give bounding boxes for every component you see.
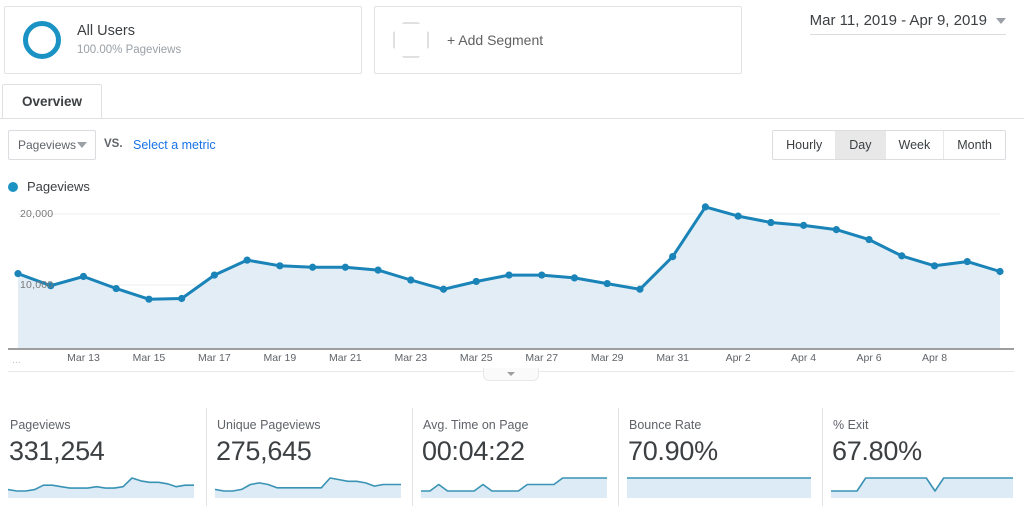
kpi-value: 00:04:22 xyxy=(422,436,525,466)
kpi-sparkline xyxy=(8,477,194,498)
kpi-value: 70.90% xyxy=(628,436,718,466)
kpi-summary-row: Pageviews 331,254 Unique Pageviews 275,645 A… xyxy=(0,408,1024,506)
tab-overview[interactable]: Overview xyxy=(2,84,103,118)
kpi-sparkline xyxy=(831,477,1013,498)
kpi-card[interactable]: Bounce Rate 70.90% xyxy=(618,408,822,506)
segment-title: All Users xyxy=(77,23,136,40)
date-range-picker[interactable]: Mar 11, 2019 - Apr 9, 2019 xyxy=(809,12,1006,35)
x-axis-tick-label: Apr 4 xyxy=(791,352,817,364)
granularity-week[interactable]: Week xyxy=(885,131,945,159)
kpi-card[interactable]: Unique Pageviews 275,645 xyxy=(206,408,412,506)
x-axis-tick-label: Mar 15 xyxy=(132,352,166,364)
chart-collapse-handle[interactable] xyxy=(483,368,539,381)
x-axis-tick-label: Mar 13 xyxy=(67,352,100,364)
kpi-card[interactable]: % Exit 67.80% xyxy=(822,408,1024,506)
legend-label-pageviews: Pageviews xyxy=(27,179,90,194)
kpi-sparkline xyxy=(421,477,607,498)
donut-ring-icon xyxy=(23,21,61,59)
kpi-value: 275,645 xyxy=(216,436,312,466)
kpi-label: Bounce Rate xyxy=(629,418,702,432)
octagon-outline-icon xyxy=(393,22,429,58)
x-axis-tick-label: Mar 27 xyxy=(525,352,559,364)
segment-subtitle: 100.00% Pageviews xyxy=(77,43,182,56)
chart-legend[interactable]: Pageviews xyxy=(8,179,90,194)
x-axis-tick-label: Mar 19 xyxy=(263,352,297,364)
x-axis-tick-label: Apr 8 xyxy=(921,352,948,364)
kpi-sparkline xyxy=(627,477,811,498)
add-segment-label: + Add Segment xyxy=(447,32,544,48)
metric-controls: Pageviews VS. Select a metric Hourly Day… xyxy=(0,130,1024,164)
kpi-sparkline xyxy=(215,477,401,498)
tab-strip: Overview xyxy=(0,84,1024,119)
x-axis-tick-label: Mar 17 xyxy=(198,352,231,364)
x-axis-tick-label: Mar 25 xyxy=(459,352,493,364)
segment-card-all-users[interactable]: All Users 100.00% Pageviews xyxy=(4,6,362,74)
pageviews-line-chart[interactable]: 20,000 10,000 xyxy=(8,200,1014,350)
kpi-label: Avg. Time on Page xyxy=(423,418,529,432)
granularity-toggle-group: Hourly Day Week Month xyxy=(772,130,1006,160)
x-axis-line xyxy=(8,348,1014,350)
x-axis-tick-label: Mar 23 xyxy=(394,352,428,364)
segment-text: All Users 100.00% Pageviews xyxy=(77,22,181,57)
chevron-down-icon xyxy=(507,372,515,376)
chevron-down-icon xyxy=(77,142,87,148)
x-axis-tick-label: Apr 2 xyxy=(725,352,751,364)
x-axis-tick-label: Mar 21 xyxy=(328,352,362,364)
granularity-hourly[interactable]: Hourly xyxy=(773,131,837,159)
legend-dot-icon xyxy=(8,181,18,192)
x-axis-tick-label: Mar 29 xyxy=(590,352,624,364)
kpi-value: 67.80% xyxy=(832,436,922,466)
kpi-label: Unique Pageviews xyxy=(217,418,321,432)
primary-metric-select[interactable]: Pageviews xyxy=(8,130,96,160)
y-axis-tick-20000: 20,000 xyxy=(20,208,54,220)
chart-svg xyxy=(14,203,1004,350)
add-segment-button[interactable]: + Add Segment xyxy=(374,6,742,74)
vs-label: VS. xyxy=(104,138,123,150)
primary-metric-value: Pageviews xyxy=(18,138,77,152)
kpi-card[interactable]: Pageviews 331,254 xyxy=(0,408,206,506)
granularity-month[interactable]: Month xyxy=(944,131,1005,159)
kpi-label: Pageviews xyxy=(10,418,71,432)
select-a-metric-link[interactable]: Select a metric xyxy=(133,138,216,152)
granularity-day[interactable]: Day xyxy=(836,131,886,159)
tab-overview-label: Overview xyxy=(22,94,83,109)
y-axis-tick-10000: 10,000 xyxy=(20,279,54,291)
x-axis-tick-label: Mar 31 xyxy=(656,352,689,364)
date-range-value: Mar 11, 2019 - Apr 9, 2019 xyxy=(809,12,987,29)
kpi-label: % Exit xyxy=(833,418,869,432)
kpi-card[interactable]: Avg. Time on Page 00:04:22 xyxy=(412,408,618,506)
x-axis-tick-label: Apr 6 xyxy=(856,352,882,364)
kpi-value: 331,254 xyxy=(9,436,105,466)
caret-down-icon xyxy=(996,17,1006,24)
